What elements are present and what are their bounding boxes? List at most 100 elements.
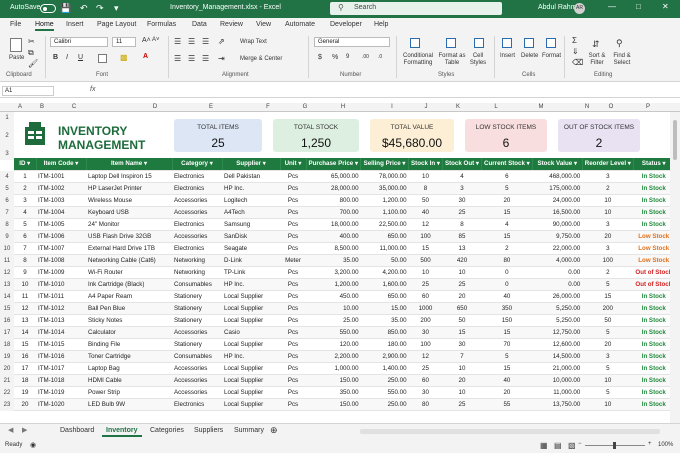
wrap-text-button[interactable]: Wrap Text bbox=[240, 39, 267, 45]
percent-style-icon[interactable]: % bbox=[332, 54, 338, 61]
table-cell[interactable]: ITM-1001 bbox=[36, 170, 86, 183]
filter-dropdown-icon[interactable]: ▾ bbox=[297, 160, 301, 167]
filter-dropdown-icon[interactable]: ▾ bbox=[261, 160, 266, 167]
table-cell[interactable]: 30 bbox=[442, 194, 482, 207]
tab-view[interactable]: View bbox=[256, 21, 271, 28]
filter-dropdown-icon[interactable]: ▾ bbox=[142, 160, 147, 167]
table-cell[interactable]: 0 bbox=[481, 278, 533, 291]
table-cell[interactable]: 850.00 bbox=[360, 326, 409, 339]
table-cell[interactable]: Pcs bbox=[280, 374, 306, 387]
scroll-tabs-left-icon[interactable]: ◀ bbox=[8, 426, 13, 434]
table-cell[interactable]: HP Inc. bbox=[222, 278, 280, 291]
table-cell[interactable]: ITM-1004 bbox=[36, 206, 86, 219]
table-cell[interactable]: 5 bbox=[14, 218, 36, 231]
table-cell[interactable]: 350.00 bbox=[306, 386, 361, 399]
column-header[interactable]: C bbox=[72, 104, 76, 110]
table-cell[interactable]: HP Inc. bbox=[222, 182, 280, 195]
table-cell[interactable]: 60 bbox=[408, 290, 443, 303]
table-cell[interactable]: Pcs bbox=[280, 230, 306, 243]
orientation-icon[interactable]: ⇗ bbox=[218, 37, 225, 46]
table-cell[interactable]: Electronics bbox=[172, 398, 222, 411]
table-cell[interactable]: 14 bbox=[14, 326, 36, 339]
font-color-icon[interactable]: A bbox=[143, 53, 148, 60]
table-cell[interactable]: 30 bbox=[442, 338, 482, 351]
table-cell[interactable]: 15 bbox=[481, 230, 533, 243]
table-cell[interactable]: 13 bbox=[442, 242, 482, 255]
table-cell[interactable]: 15 bbox=[481, 326, 533, 339]
table-cell[interactable]: 12 bbox=[14, 302, 36, 315]
status-cell[interactable]: In Stock bbox=[633, 314, 675, 327]
filter-dropdown-icon[interactable]: ▾ bbox=[435, 160, 440, 167]
table-cell[interactable]: Local Supplier bbox=[222, 290, 280, 303]
table-cell[interactable]: ITM-1015 bbox=[36, 338, 86, 351]
row-header[interactable]: 20 bbox=[0, 363, 14, 375]
table-cell[interactable]: Consumables bbox=[172, 350, 222, 363]
status-cell[interactable]: In Stock bbox=[633, 362, 675, 375]
align-middle-icon[interactable]: ☰ bbox=[188, 37, 195, 46]
vertical-scrollbar[interactable] bbox=[670, 112, 680, 423]
table-cell[interactable]: Local Supplier bbox=[222, 314, 280, 327]
table-cell[interactable]: 12,600.00 bbox=[532, 338, 583, 351]
column-header-cell[interactable]: Stock In ▾ bbox=[408, 158, 443, 171]
table-cell[interactable]: 12 bbox=[408, 218, 443, 231]
table-cell[interactable]: 5 bbox=[582, 386, 634, 399]
table-cell[interactable]: 1,200.00 bbox=[360, 194, 409, 207]
table-cell[interactable]: 250.00 bbox=[360, 374, 409, 387]
table-cell[interactable]: 150.00 bbox=[306, 398, 361, 411]
page-break-view-icon[interactable]: ▧ bbox=[568, 441, 576, 450]
table-cell[interactable]: Consumables bbox=[172, 278, 222, 291]
table-cell[interactable]: 21,000.00 bbox=[532, 362, 583, 375]
table-cell[interactable]: 5,250.00 bbox=[532, 302, 583, 315]
table-cell[interactable]: Pcs bbox=[280, 194, 306, 207]
table-cell[interactable]: Networking bbox=[172, 254, 222, 267]
worksheet[interactable]: ABCDEFGHIJKLMNOP 1 2 3 4 5 6 7 8 9 10 11 12 13 14 15 16… bbox=[0, 103, 680, 423]
table-cell[interactable]: Wireless Mouse bbox=[86, 194, 172, 207]
table-cell[interactable]: 13,750.00 bbox=[532, 398, 583, 411]
table-cell[interactable]: 25 bbox=[442, 206, 482, 219]
status-cell[interactable]: In Stock bbox=[633, 386, 675, 399]
tab-review[interactable]: Review bbox=[220, 21, 243, 28]
row-header[interactable]: 17 bbox=[0, 327, 14, 339]
delete-cells-button[interactable]: Delete bbox=[521, 53, 538, 59]
table-cell[interactable]: ITM-1010 bbox=[36, 278, 86, 291]
column-header[interactable]: A bbox=[18, 104, 22, 110]
table-cell[interactable]: 350 bbox=[481, 302, 533, 315]
table-cell[interactable]: Electronics bbox=[172, 170, 222, 183]
row-header[interactable]: 11 bbox=[0, 255, 14, 267]
table-cell[interactable]: Local Supplier bbox=[222, 338, 280, 351]
table-cell[interactable]: 15 bbox=[481, 362, 533, 375]
column-header-cell[interactable]: Item Code ▾ bbox=[36, 158, 87, 171]
grow-font-icon[interactable]: A˄ bbox=[142, 37, 151, 44]
table-cell[interactable]: 10 bbox=[442, 266, 482, 279]
table-cell[interactable]: 15 bbox=[582, 290, 634, 303]
column-header-cell[interactable]: Stock Value ▾ bbox=[532, 158, 583, 171]
table-cell[interactable]: D-Link bbox=[222, 254, 280, 267]
table-cell[interactable]: 4 bbox=[481, 218, 533, 231]
shrink-font-icon[interactable]: A˅ bbox=[152, 37, 160, 43]
tab-developer[interactable]: Developer bbox=[330, 21, 362, 28]
merge-center-button[interactable]: Merge & Center bbox=[240, 56, 282, 62]
table-cell[interactable]: 12,750.00 bbox=[532, 326, 583, 339]
table-cell[interactable]: 3 bbox=[14, 194, 36, 207]
table-cell[interactable]: 10 bbox=[408, 170, 443, 183]
sheet-tab-suppliers[interactable]: Suppliers bbox=[194, 427, 223, 434]
table-cell[interactable]: Casio bbox=[222, 326, 280, 339]
table-cell[interactable]: 2 bbox=[582, 182, 634, 195]
column-header-cell[interactable]: Status ▾ bbox=[633, 158, 675, 171]
column-header[interactable]: G bbox=[303, 104, 308, 110]
status-cell[interactable]: In Stock bbox=[633, 302, 675, 315]
table-cell[interactable]: Pcs bbox=[280, 242, 306, 255]
sort-filter-button[interactable]: Sort & Filter bbox=[586, 53, 608, 67]
decrease-decimal-icon[interactable]: .0 bbox=[378, 54, 382, 60]
table-cell[interactable]: 35,000.00 bbox=[360, 182, 409, 195]
tab-formulas[interactable]: Formulas bbox=[147, 21, 176, 28]
table-cell[interactable]: 200 bbox=[582, 302, 634, 315]
table-cell[interactable]: LED Bulb 9W bbox=[86, 398, 172, 411]
column-header-cell[interactable]: Unit ▾ bbox=[280, 158, 307, 171]
table-cell[interactable]: 8 bbox=[408, 182, 443, 195]
avatar[interactable]: AR bbox=[574, 3, 585, 14]
table-cell[interactable]: 9 bbox=[14, 266, 36, 279]
autosum-icon[interactable]: Σ bbox=[572, 36, 577, 45]
table-cell[interactable]: 80 bbox=[408, 398, 443, 411]
format-as-table-button[interactable]: Format as Table bbox=[438, 53, 466, 67]
